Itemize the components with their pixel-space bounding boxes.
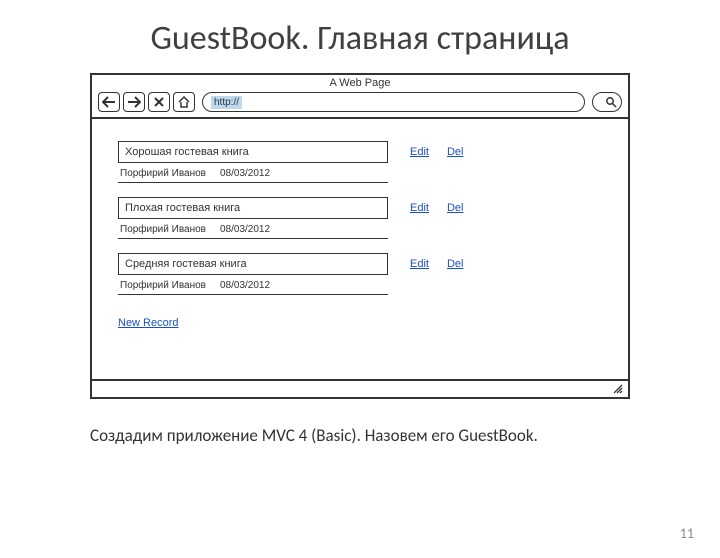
- browser-mockup: A Web Page http:// Хороша: [90, 73, 630, 399]
- list-item: Плохая гостевая книга Edit Del Порфирий …: [118, 197, 602, 239]
- page-content: Хорошая гостевая книга Edit Del Порфирий…: [92, 119, 628, 379]
- entry-meta: Порфирий Иванов 08/03/2012: [118, 275, 388, 295]
- entry-date: 08/03/2012: [220, 168, 270, 179]
- list-item: Средняя гостевая книга Edit Del Порфирий…: [118, 253, 602, 295]
- slide-caption: Создадим приложение MVC 4 (Basic). Назов…: [90, 425, 720, 446]
- entry-author: Порфирий Иванов: [120, 224, 206, 235]
- back-arrow-icon[interactable]: [98, 92, 120, 112]
- edit-link[interactable]: Edit: [410, 258, 429, 270]
- delete-link[interactable]: Del: [447, 202, 464, 214]
- delete-link[interactable]: Del: [447, 146, 464, 158]
- url-value: http://: [211, 96, 242, 109]
- entry-title: Средняя гостевая книга: [118, 253, 388, 275]
- delete-link[interactable]: Del: [447, 258, 464, 270]
- list-item: Хорошая гостевая книга Edit Del Порфирий…: [118, 141, 602, 183]
- edit-link[interactable]: Edit: [410, 146, 429, 158]
- slide-title: GuestBook. Главная страница: [0, 18, 720, 59]
- edit-link[interactable]: Edit: [410, 202, 429, 214]
- entry-author: Порфирий Иванов: [120, 280, 206, 291]
- entry-date: 08/03/2012: [220, 224, 270, 235]
- entry-meta: Порфирий Иванов 08/03/2012: [118, 163, 388, 183]
- status-bar: [92, 379, 628, 397]
- url-bar[interactable]: http://: [202, 92, 585, 112]
- new-record-link[interactable]: New Record: [118, 317, 179, 329]
- entry-author: Порфирий Иванов: [120, 168, 206, 179]
- magnifier-icon: [605, 96, 617, 108]
- entry-date: 08/03/2012: [220, 280, 270, 291]
- resize-grip-icon[interactable]: [612, 383, 624, 395]
- window-title: A Web Page: [92, 75, 628, 89]
- entry-title: Плохая гостевая книга: [118, 197, 388, 219]
- browser-toolbar: http://: [92, 89, 628, 117]
- home-icon[interactable]: [173, 92, 195, 112]
- search-box[interactable]: [592, 92, 622, 112]
- forward-arrow-icon[interactable]: [123, 92, 145, 112]
- entry-meta: Порфирий Иванов 08/03/2012: [118, 219, 388, 239]
- stop-x-icon[interactable]: [148, 92, 170, 112]
- entry-title: Хорошая гостевая книга: [118, 141, 388, 163]
- page-number: 11: [680, 525, 694, 542]
- browser-chrome: A Web Page http://: [92, 75, 628, 119]
